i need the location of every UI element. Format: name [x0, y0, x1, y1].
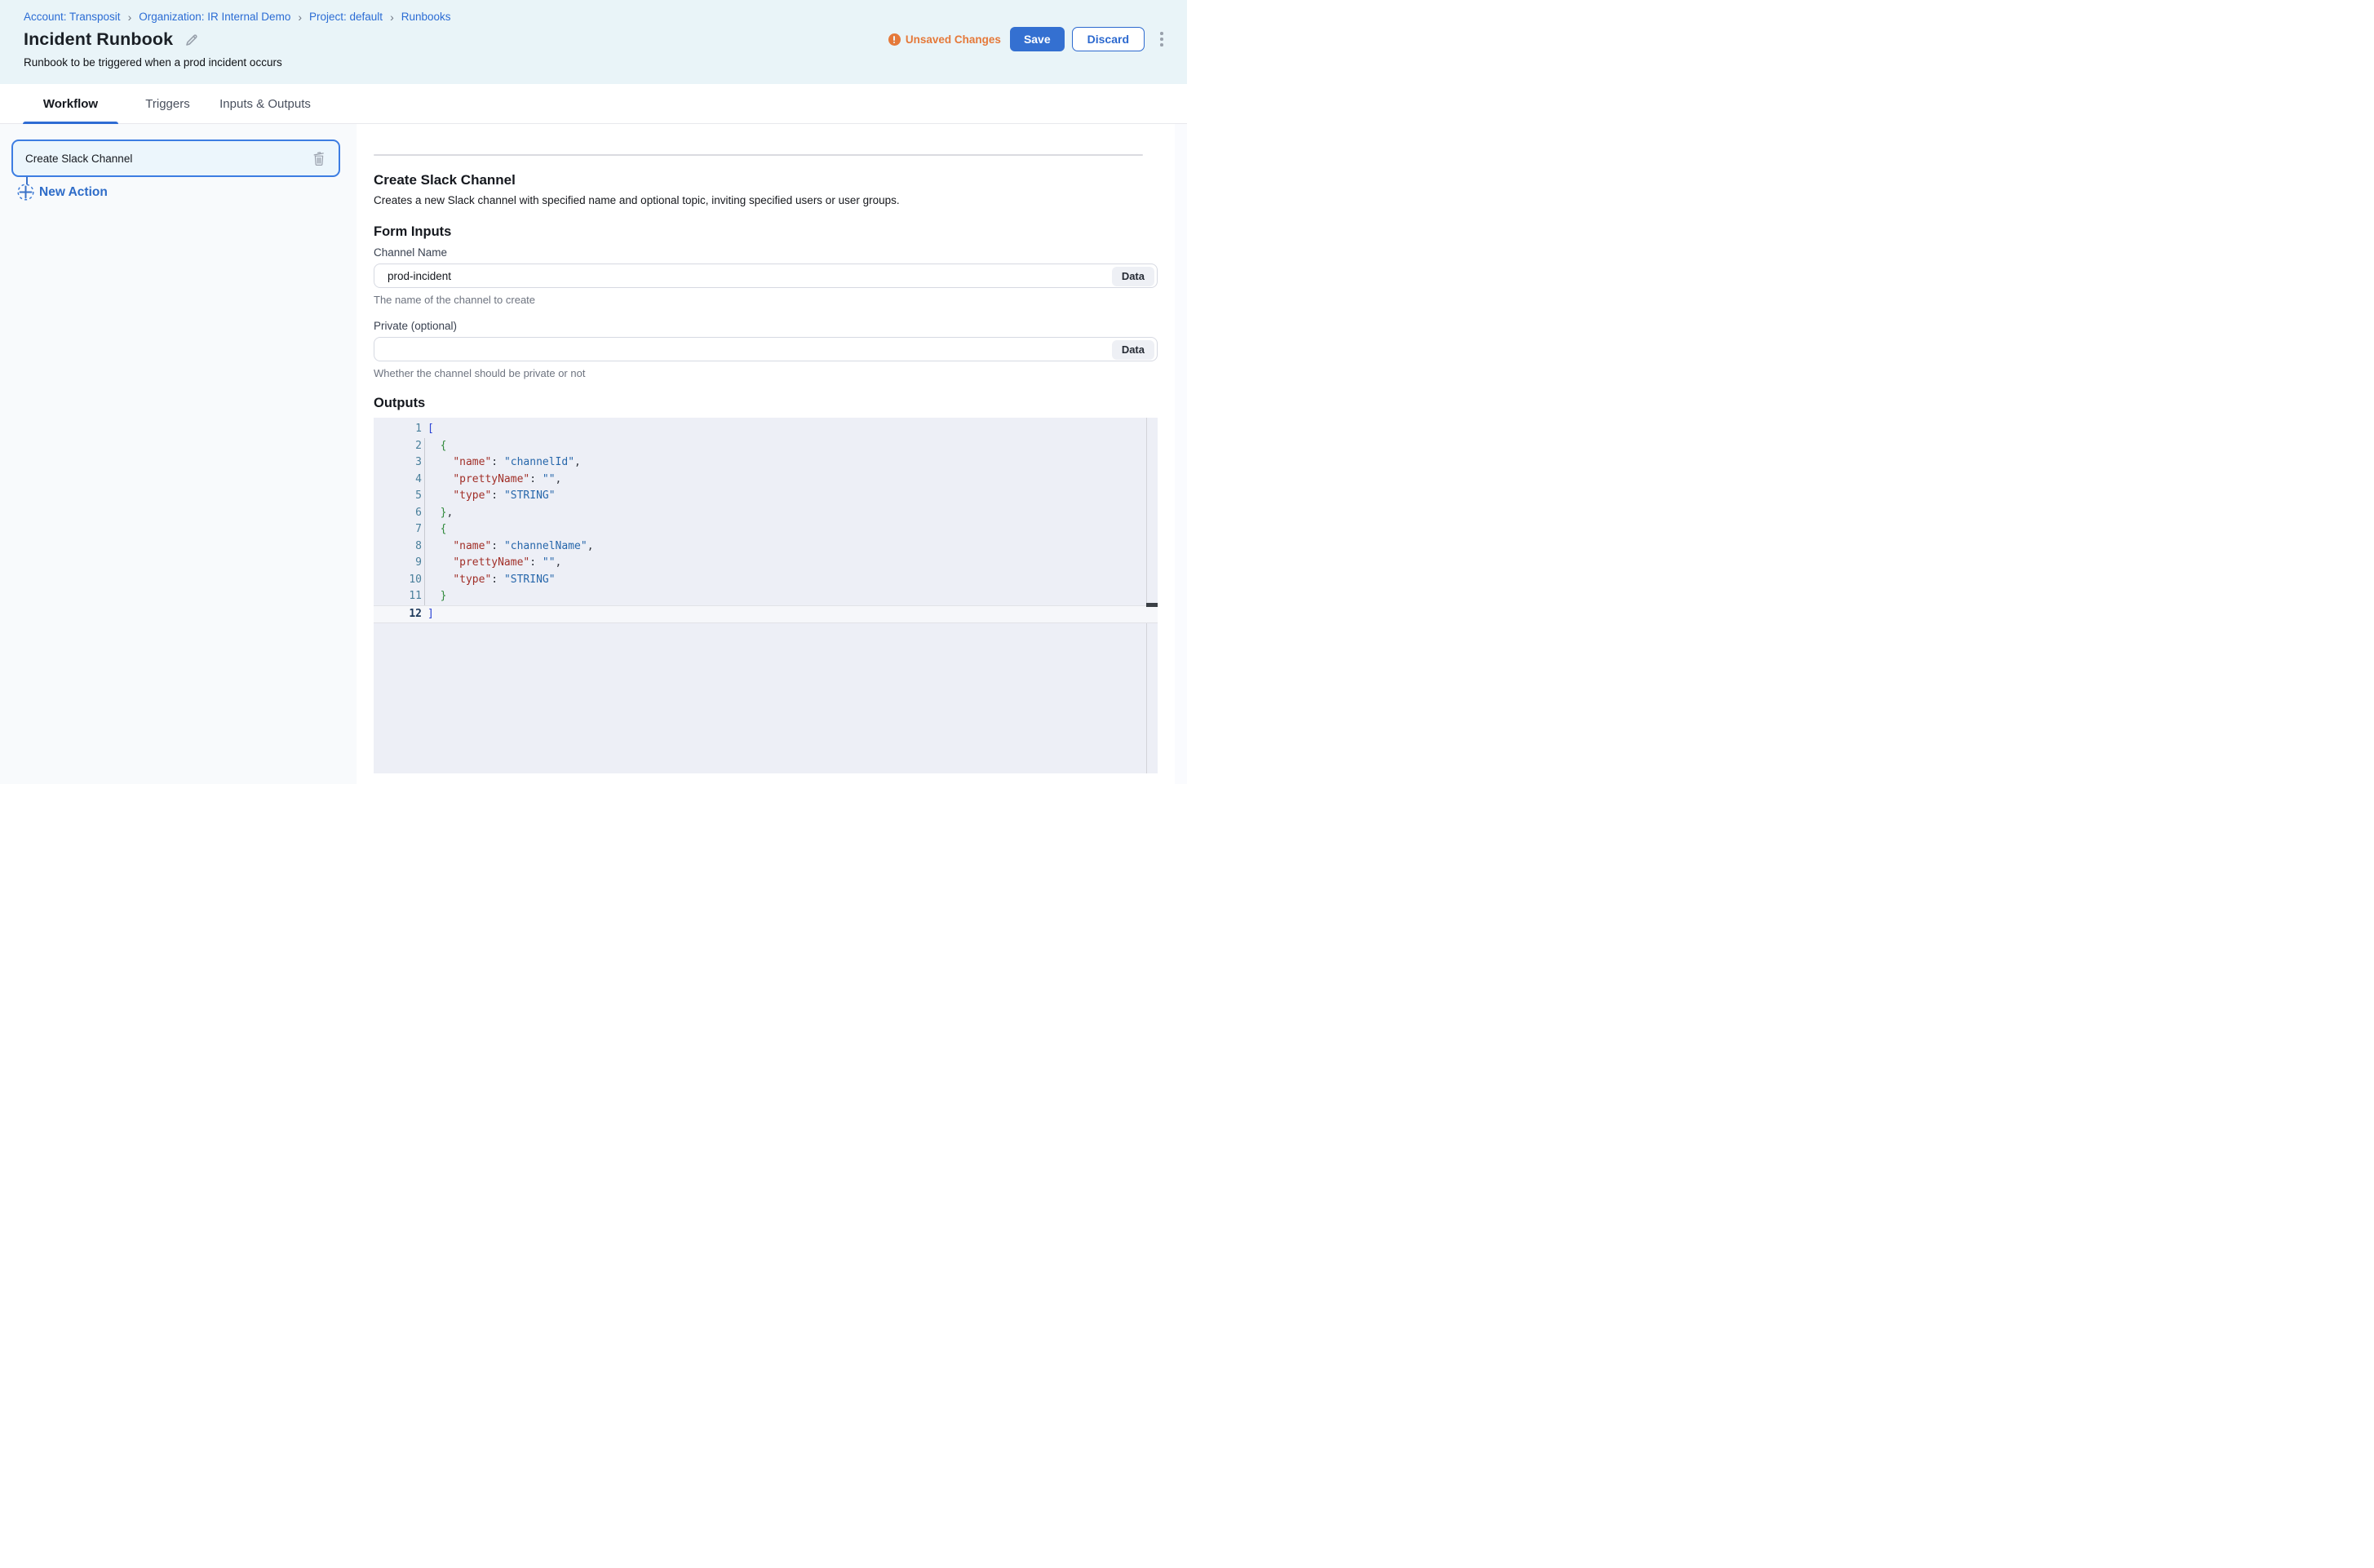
- line-number: 12: [374, 606, 422, 623]
- action-card-create-slack-channel[interactable]: Create Slack Channel: [11, 140, 340, 177]
- form-inputs-heading: Form Inputs: [374, 224, 1158, 240]
- chevron-right-icon: ›: [298, 11, 302, 23]
- breadcrumb-organization-link[interactable]: Organization: IR Internal Demo: [139, 11, 290, 23]
- code-line[interactable]: 8 "name": "channelName",: [374, 538, 1158, 556]
- code-line[interactable]: 10 "type": "STRING": [374, 572, 1158, 589]
- line-number: 9: [374, 555, 422, 572]
- breadcrumb-runbooks-link[interactable]: Runbooks: [401, 11, 451, 23]
- workflow-steps-panel: Create Slack Channel: [0, 124, 357, 784]
- edit-title-pencil-icon[interactable]: [184, 33, 199, 47]
- code-line[interactable]: 9 "prettyName": "",: [374, 555, 1158, 572]
- channel-name-data-button[interactable]: Data: [1112, 267, 1154, 286]
- code-lines: 1[2 {3 "name": "channelId",4 "prettyName…: [374, 421, 1158, 623]
- breadcrumb-project-link[interactable]: Project: default: [309, 11, 383, 23]
- new-action-label: New Action: [39, 185, 108, 200]
- breadcrumb: Account: Transposit › Organization: IR I…: [24, 11, 451, 23]
- channel-name-input[interactable]: [374, 264, 1157, 287]
- code-line[interactable]: 1[: [374, 421, 1158, 438]
- kebab-menu-icon[interactable]: [1155, 29, 1168, 50]
- outputs-heading: Outputs: [374, 395, 1158, 411]
- page-title: Incident Runbook: [24, 29, 173, 50]
- page-header: Account: Transposit › Organization: IR I…: [0, 0, 1187, 84]
- outputs-code-editor[interactable]: 1[2 {3 "name": "channelId",4 "prettyName…: [374, 418, 1158, 773]
- private-input[interactable]: [374, 338, 1157, 361]
- page-scroll-gutter: [1175, 124, 1187, 784]
- action-title: Create Slack Channel: [374, 171, 1158, 189]
- code-line[interactable]: 2 {: [374, 438, 1158, 455]
- line-number: 10: [374, 572, 422, 589]
- warning-icon: [888, 33, 901, 46]
- unsaved-changes-badge: Unsaved Changes: [888, 33, 1001, 46]
- private-data-button[interactable]: Data: [1112, 340, 1154, 360]
- new-action-button[interactable]: New Action: [17, 184, 108, 201]
- tab-workflow[interactable]: Workflow: [23, 84, 118, 123]
- discard-button[interactable]: Discard: [1072, 27, 1145, 51]
- channel-name-field: Data: [374, 264, 1158, 288]
- chevron-right-icon: ›: [128, 11, 132, 23]
- line-number: 7: [374, 521, 422, 538]
- code-line[interactable]: 3 "name": "channelId",: [374, 454, 1158, 472]
- line-number: 8: [374, 538, 422, 556]
- channel-name-label: Channel Name: [374, 246, 1158, 259]
- tab-bar: Workflow Triggers Inputs & Outputs: [0, 84, 1187, 124]
- line-number: 11: [374, 588, 422, 605]
- action-card-label: Create Slack Channel: [25, 153, 310, 165]
- tab-inputs-outputs[interactable]: Inputs & Outputs: [217, 84, 313, 123]
- code-line[interactable]: 6 },: [374, 505, 1158, 522]
- tab-inputs-outputs-label: Inputs & Outputs: [219, 97, 311, 111]
- save-button[interactable]: Save: [1010, 27, 1065, 51]
- code-line[interactable]: 5 "type": "STRING": [374, 488, 1158, 505]
- runbook-editor-window: Account: Transposit › Organization: IR I…: [0, 0, 1187, 784]
- chevron-right-icon: ›: [390, 11, 394, 23]
- line-number: 6: [374, 505, 422, 522]
- scrollbar-cursor-marker: [1146, 603, 1158, 607]
- trash-icon: [312, 151, 326, 166]
- line-number: 2: [374, 438, 422, 455]
- delete-action-button[interactable]: [310, 149, 328, 167]
- unsaved-changes-label: Unsaved Changes: [906, 33, 1001, 46]
- code-line[interactable]: 4 "prettyName": "",: [374, 472, 1158, 489]
- section-divider: [374, 154, 1143, 156]
- line-number: 4: [374, 472, 422, 489]
- tab-triggers[interactable]: Triggers: [118, 84, 217, 123]
- code-line[interactable]: 11 }: [374, 588, 1158, 605]
- plus-circle-icon: [17, 184, 34, 201]
- line-number: 5: [374, 488, 422, 505]
- action-detail-panel: Create Slack Channel Creates a new Slack…: [357, 124, 1187, 784]
- private-helper-text: Whether the channel should be private or…: [374, 367, 1158, 379]
- action-description: Creates a new Slack channel with specifi…: [374, 193, 1158, 208]
- tab-workflow-label: Workflow: [43, 97, 98, 111]
- tab-triggers-label: Triggers: [145, 97, 189, 111]
- runbook-description: Runbook to be triggered when a prod inci…: [24, 56, 282, 69]
- breadcrumb-account-link[interactable]: Account: Transposit: [24, 11, 121, 23]
- code-line[interactable]: 12]: [374, 605, 1158, 624]
- code-line[interactable]: 7 {: [374, 521, 1158, 538]
- line-number: 1: [374, 421, 422, 438]
- private-field: Data: [374, 337, 1158, 361]
- line-number: 3: [374, 454, 422, 472]
- private-label: Private (optional): [374, 319, 1158, 333]
- channel-name-helper-text: The name of the channel to create: [374, 294, 1158, 306]
